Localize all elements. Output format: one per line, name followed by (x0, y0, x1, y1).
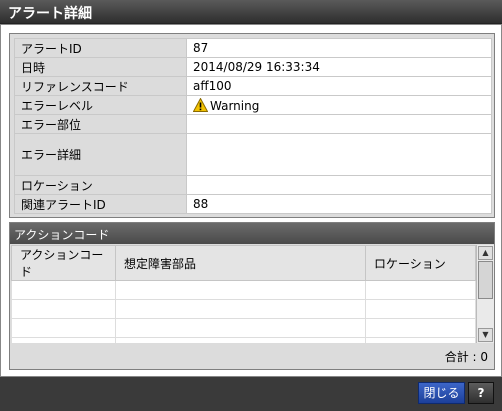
column-header-location[interactable]: ロケーション (365, 245, 476, 281)
detail-value (186, 114, 492, 134)
detail-label: エラーレベル (14, 95, 187, 115)
detail-label: 関連アラートID (14, 194, 187, 214)
alert-details-table: アラートID 87 日時 2014/08/29 16:33:34 リファレンスコ… (14, 38, 492, 214)
detail-value (186, 175, 492, 195)
table-row (11, 337, 476, 343)
detail-label: ロケーション (14, 175, 187, 195)
detail-row-error-level: エラーレベル Warning (14, 95, 492, 115)
close-button[interactable]: 閉じる (418, 382, 465, 404)
detail-row-location: ロケーション (14, 175, 492, 195)
scrollbar-thumb[interactable] (478, 261, 493, 299)
detail-label: エラー詳細 (14, 133, 187, 176)
detail-label: アラートID (14, 38, 187, 58)
scroll-down-arrow-icon[interactable]: ▼ (478, 328, 493, 342)
help-button[interactable]: ? (468, 382, 494, 404)
dialog-title: アラート詳細 (8, 6, 92, 22)
error-level-text: Warning (210, 98, 260, 113)
detail-row-reference-code: リファレンスコード aff100 (14, 76, 492, 96)
detail-value: 87 (186, 38, 492, 58)
action-code-section-title: アクションコード (10, 223, 494, 244)
vertical-scrollbar[interactable]: ▲ ▼ (476, 245, 494, 343)
detail-label: リファレンスコード (14, 76, 187, 96)
scroll-up-arrow-icon[interactable]: ▲ (478, 246, 493, 260)
title-bar: アラート詳細 (0, 0, 502, 24)
detail-value (186, 133, 492, 176)
detail-value: 2014/08/29 16:33:34 (186, 57, 492, 77)
detail-label: 日時 (14, 57, 187, 77)
detail-label: エラー部位 (14, 114, 187, 134)
alert-details-panel: アラートID 87 日時 2014/08/29 16:33:34 リファレンスコ… (9, 33, 495, 218)
action-code-table: アクションコード 想定障害部品 ロケーション (11, 245, 476, 343)
detail-row-alert-id: アラートID 87 (14, 38, 492, 58)
table-row (11, 318, 476, 338)
detail-row-datetime: 日時 2014/08/29 16:33:34 (14, 57, 492, 77)
detail-value: aff100 (186, 76, 492, 96)
action-code-panel: アクションコード アクションコード 想定障害部品 ロケーション ▲ ▼ 合計 :… (9, 222, 495, 370)
detail-value-error-level: Warning (186, 95, 492, 115)
table-row (11, 299, 476, 319)
dialog-content: アラートID 87 日時 2014/08/29 16:33:34 リファレンスコ… (0, 24, 502, 377)
detail-row-error-location: エラー部位 (14, 114, 492, 134)
dialog-footer: 閉じる ? (0, 377, 502, 411)
detail-row-related-alert-id: 関連アラートID 88 (14, 194, 492, 214)
table-header-row: アクションコード 想定障害部品 ロケーション (11, 245, 476, 281)
detail-value: 88 (186, 194, 492, 214)
warning-icon (193, 97, 208, 112)
table-row (11, 280, 476, 300)
detail-row-error-detail: エラー詳細 (14, 133, 492, 176)
column-header-action-code[interactable]: アクションコード (11, 245, 116, 281)
column-header-suspect-part[interactable]: 想定障害部品 (115, 245, 366, 281)
total-count: 合計 : 0 (444, 350, 488, 364)
